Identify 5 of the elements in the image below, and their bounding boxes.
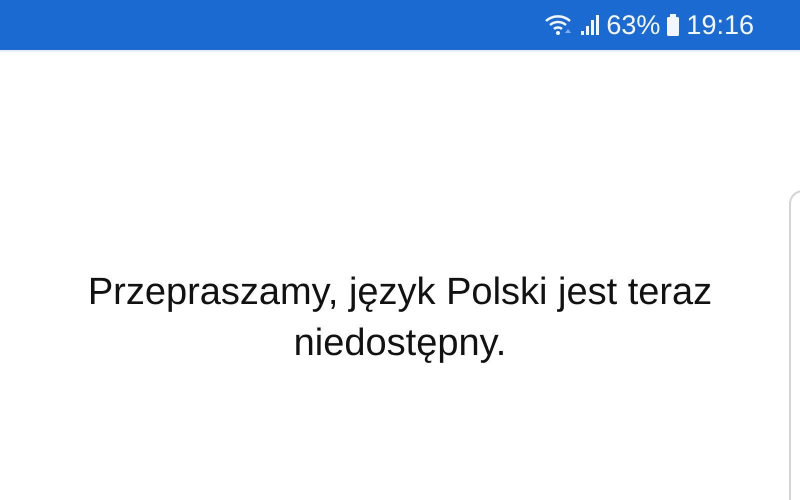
battery-percentage: 63% [606, 10, 660, 40]
battery-icon [666, 13, 680, 37]
signal-icon [580, 13, 600, 37]
clock-time: 19:16 [686, 10, 754, 40]
error-message: Przepraszamy, język Polski jest teraz niedostępny. [86, 270, 714, 366]
